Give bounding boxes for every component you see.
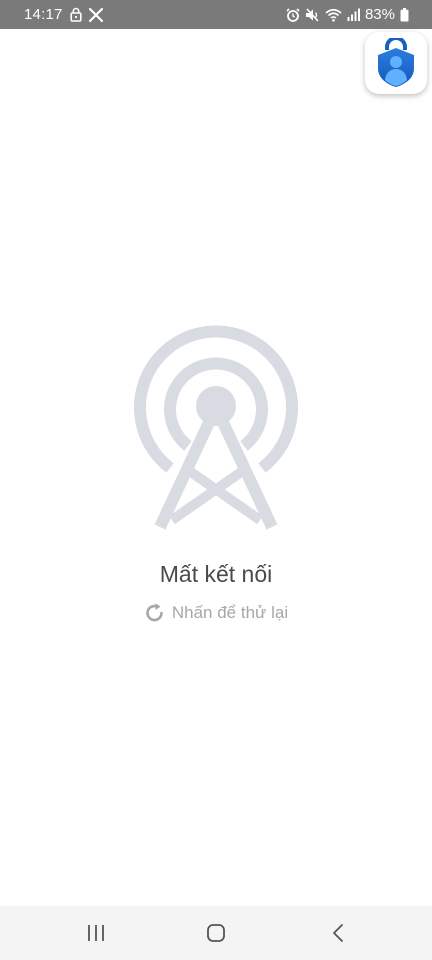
recents-button[interactable] [76, 918, 116, 948]
status-time: 14:17 [24, 6, 63, 23]
mute-icon [305, 7, 320, 22]
refresh-icon [144, 602, 166, 624]
wifi-icon [325, 8, 342, 22]
back-button[interactable] [318, 918, 358, 948]
status-bar: 14:17 83% [0, 0, 432, 29]
broadcast-tower-icon [130, 320, 302, 530]
status-bar-left: 14:17 [24, 6, 104, 23]
battery-percent: 83% [364, 6, 395, 23]
x-app-icon [87, 6, 104, 23]
authenticator-app-badge[interactable] [365, 32, 427, 94]
retry-label: Nhấn để thử lại [171, 603, 289, 622]
alarm-icon [286, 7, 300, 22]
battery-icon [400, 7, 409, 22]
status-bar-right: 83% [286, 6, 409, 23]
navigation-bar [0, 906, 432, 960]
connection-lost-title: Mất kết nối [159, 561, 273, 587]
lock-icon [69, 7, 82, 22]
screen: 14:17 83% Mất kết nối Nhấn để thử lại [0, 0, 432, 960]
recents-icon [86, 924, 106, 942]
retry-button[interactable]: Nhấn để thử lại [0, 602, 432, 624]
back-icon [331, 923, 345, 943]
home-button[interactable] [196, 918, 236, 948]
microsoft-authenticator-icon [374, 36, 418, 88]
signal-icon [347, 8, 360, 21]
home-icon [206, 923, 226, 943]
